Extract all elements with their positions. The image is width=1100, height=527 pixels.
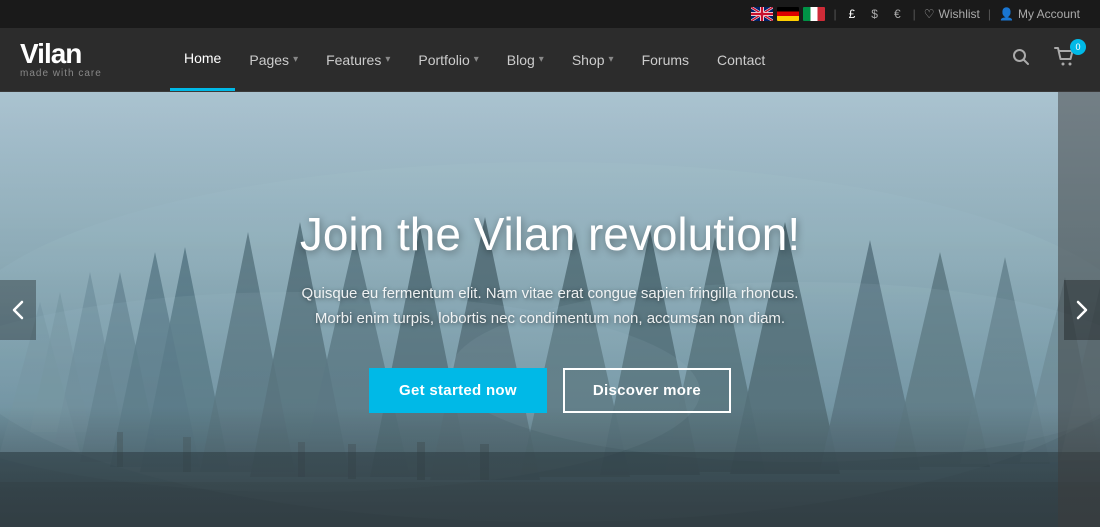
nav-item-features[interactable]: Features ▾	[312, 28, 404, 91]
currency-eur[interactable]: €	[890, 7, 905, 21]
logo-tagline: made with care	[20, 68, 140, 79]
user-icon: 👤	[999, 7, 1014, 21]
discover-more-button[interactable]: Discover more	[563, 368, 731, 413]
site-logo[interactable]: Vilan made with care	[20, 40, 140, 79]
nav-item-pages[interactable]: Pages ▾	[235, 28, 312, 91]
cart-count: 0	[1070, 39, 1086, 55]
heart-icon: ♡	[924, 7, 935, 21]
wishlist-link[interactable]: ♡ Wishlist	[924, 7, 980, 21]
nav-item-shop[interactable]: Shop ▾	[558, 28, 628, 91]
currency-gbp[interactable]: £	[845, 7, 860, 21]
chevron-down-icon: ▾	[293, 54, 298, 65]
flag-it[interactable]	[803, 7, 825, 21]
nav-right-actions: 0	[1008, 43, 1080, 76]
account-label: My Account	[1018, 7, 1080, 21]
hero-section: Join the Vilan revolution! Quisque eu fe…	[0, 92, 1100, 527]
prev-slide-button[interactable]	[0, 280, 36, 340]
flag-de[interactable]	[777, 7, 799, 21]
language-flags	[751, 7, 825, 21]
next-slide-button[interactable]	[1064, 280, 1100, 340]
currency-divider: |	[833, 7, 836, 21]
hero-subtitle: Quisque eu fermentum elit. Nam vitae era…	[300, 281, 800, 332]
hero-content: Join the Vilan revolution! Quisque eu fe…	[280, 187, 820, 433]
main-nav: Home Pages ▾ Features ▾ Portfolio ▾ Blog…	[170, 28, 1008, 91]
cart-button[interactable]: 0	[1050, 43, 1080, 76]
chevron-down-icon: ▾	[474, 54, 479, 65]
chevron-down-icon: ▾	[609, 54, 614, 65]
top-bar: | £ $ € | ♡ Wishlist | 👤 My Account	[0, 0, 1100, 28]
hero-title: Join the Vilan revolution!	[300, 207, 800, 261]
hero-subtitle-line2: Morbi enim turpis, lobortis nec condimen…	[315, 310, 785, 327]
hero-buttons: Get started now Discover more	[300, 368, 800, 413]
nav-item-contact[interactable]: Contact	[703, 28, 779, 91]
site-header: Vilan made with care Home Pages ▾ Featur…	[0, 28, 1100, 92]
nav-item-forums[interactable]: Forums	[628, 28, 703, 91]
nav-item-blog[interactable]: Blog ▾	[493, 28, 558, 91]
search-button[interactable]	[1008, 44, 1034, 75]
get-started-button[interactable]: Get started now	[369, 368, 547, 413]
nav-item-portfolio[interactable]: Portfolio ▾	[404, 28, 492, 91]
chevron-down-icon: ▾	[385, 54, 390, 65]
logo-text: Vilan	[20, 40, 140, 68]
hero-subtitle-line1: Quisque eu fermentum elit. Nam vitae era…	[302, 285, 799, 302]
currency-usd[interactable]: $	[867, 7, 882, 21]
wishlist-divider: |	[913, 7, 916, 21]
account-divider: |	[988, 7, 991, 21]
chevron-down-icon: ▾	[539, 54, 544, 65]
account-link[interactable]: 👤 My Account	[999, 7, 1080, 21]
wishlist-label: Wishlist	[939, 7, 980, 21]
flag-uk[interactable]	[751, 7, 773, 21]
nav-item-home[interactable]: Home	[170, 28, 235, 91]
